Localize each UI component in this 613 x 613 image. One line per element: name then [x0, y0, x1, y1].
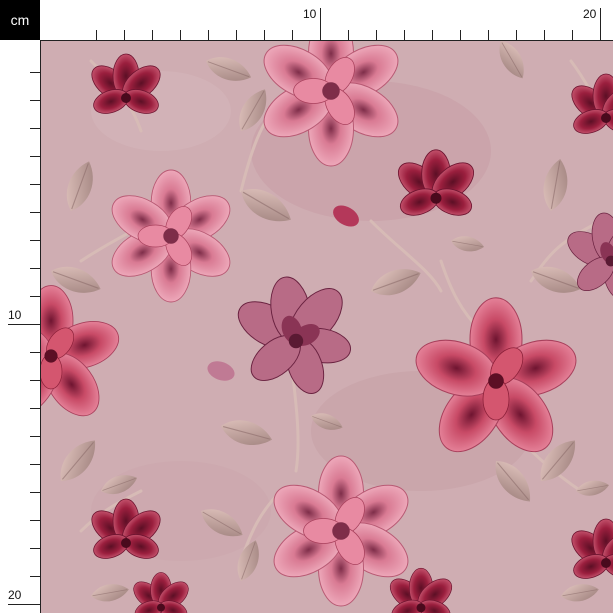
ruler-top: 10 20	[40, 0, 613, 41]
ruler-tick	[488, 30, 489, 40]
ruler-tick	[516, 30, 517, 40]
ruler-tick	[30, 352, 40, 353]
ruler-tick	[292, 30, 293, 40]
ruler-tick	[30, 184, 40, 185]
ruler-tick-major	[8, 604, 40, 605]
ruler-tick-major	[8, 324, 40, 325]
ruler-tick	[208, 30, 209, 40]
ruler-tick	[30, 156, 40, 157]
ruler-tick	[544, 30, 545, 40]
ruler-tick	[180, 30, 181, 40]
ruler-label-10: 10	[8, 308, 22, 322]
ruler-tick	[30, 576, 40, 577]
ruler-tick	[348, 30, 349, 40]
ruler-tick	[30, 72, 40, 73]
ruler-label-20: 20	[583, 7, 597, 21]
ruler-tick	[30, 268, 40, 269]
ruler-label-10: 10	[303, 7, 317, 21]
ruler-left: 10 20	[0, 40, 41, 613]
ruler-tick	[30, 128, 40, 129]
ruler-tick	[30, 492, 40, 493]
ruler-tick-major	[320, 8, 321, 40]
ruler-tick	[30, 212, 40, 213]
unit-badge: cm	[0, 0, 40, 40]
ruler-tick	[30, 380, 40, 381]
ruler-tick	[30, 436, 40, 437]
ruler-tick	[572, 30, 573, 40]
fabric-preview	[41, 41, 613, 613]
ruler-tick	[30, 408, 40, 409]
ruler-tick	[124, 30, 125, 40]
ruler-tick	[30, 464, 40, 465]
ruler-tick	[30, 100, 40, 101]
floral-pattern	[41, 41, 613, 613]
ruler-tick	[30, 548, 40, 549]
ruler-tick	[404, 30, 405, 40]
ruler-tick	[152, 30, 153, 40]
ruler-tick	[264, 30, 265, 40]
ruler-tick	[460, 30, 461, 40]
ruler-tick	[96, 30, 97, 40]
ruler-tick	[30, 520, 40, 521]
ruler-tick-major	[600, 8, 601, 40]
ruler-tick	[30, 240, 40, 241]
ruler-tick	[432, 30, 433, 40]
ruler-tick	[376, 30, 377, 40]
ruler-label-20: 20	[8, 588, 22, 602]
ruler-tick	[30, 296, 40, 297]
ruler-tick	[236, 30, 237, 40]
